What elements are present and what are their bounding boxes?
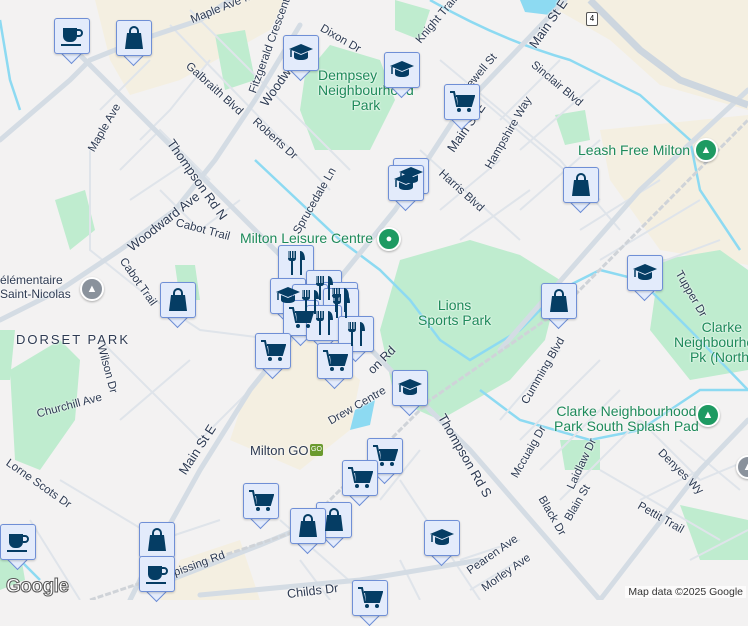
school-pin-icon[interactable]: ▲	[80, 277, 104, 301]
poi-line: Neighbourhood	[674, 334, 748, 350]
map-marker-shopping[interactable]	[290, 508, 326, 555]
transit-go-icon: GO	[310, 444, 323, 456]
poi-leash-free-milton[interactable]: Leash Free Milton	[578, 142, 690, 158]
leisure-pin-icon[interactable]: ●	[377, 227, 401, 251]
map-marker-school[interactable]	[384, 52, 420, 99]
area-label-dorset-park: DORSET PARK	[16, 332, 130, 347]
shopping-icon	[116, 20, 152, 56]
map-attribution[interactable]: Map data ©2025 Google	[625, 586, 746, 598]
poi-line: Park South Splash Pad	[554, 418, 699, 434]
school-icon	[424, 520, 460, 556]
poi-school-saint-nicolas: élémentaire Saint-Nicolas	[0, 273, 71, 301]
map-marker-school[interactable]	[283, 35, 319, 82]
poi-line: Lions	[437, 297, 472, 313]
poi-line: Sports Park	[418, 312, 492, 328]
google-logo: Google	[5, 576, 69, 598]
map-marker-shopping[interactable]	[116, 20, 152, 67]
park-tree-icon[interactable]: ▲	[694, 138, 718, 162]
grocery-icon	[444, 84, 480, 120]
map-marker-grocery[interactable]	[444, 84, 480, 131]
map-marker-shopping[interactable]	[541, 283, 577, 330]
map-marker-coffee[interactable]	[139, 556, 175, 603]
coffee-icon	[54, 18, 90, 54]
poi-line: Pk (North)	[689, 349, 748, 365]
poi-lions-sports-park: Lions Sports Park	[418, 298, 491, 328]
east-road	[597, 417, 748, 600]
poi-line: Saint-Nicolas	[0, 287, 71, 301]
grocery-icon	[352, 580, 388, 616]
map-marker-shopping[interactable]	[160, 282, 196, 329]
map-marker-grocery[interactable]	[352, 580, 388, 626]
shopping-icon	[563, 167, 599, 203]
park-tree-icon[interactable]: ▲	[696, 403, 720, 427]
coffee-icon	[0, 524, 36, 560]
poi-line: Park	[351, 97, 381, 113]
highway-shield: 4	[586, 12, 598, 26]
map-marker-school[interactable]	[627, 255, 663, 302]
coffee-icon	[139, 556, 175, 592]
school-icon	[392, 370, 428, 406]
shopping-icon	[160, 282, 196, 318]
map-marker-coffee[interactable]	[54, 18, 90, 65]
map-marker-school[interactable]	[388, 165, 424, 212]
map-marker-grocery[interactable]	[317, 343, 353, 390]
poi-clarke-north: Clarke Neighbourhood Pk (North)	[674, 320, 748, 365]
map-marker-coffee[interactable]	[0, 524, 36, 571]
grocery-icon	[255, 333, 291, 369]
map-marker-grocery[interactable]	[342, 460, 378, 507]
poi-milton-go[interactable]: Milton GO	[250, 443, 309, 458]
poi-line: Clarke	[701, 319, 743, 335]
poi-clarke-south: Clarke Neighbourhood Park South Splash P…	[554, 404, 699, 434]
shopping-icon	[139, 522, 175, 558]
shopping-icon	[290, 508, 326, 544]
grocery-icon	[342, 460, 378, 496]
shopping-icon	[541, 283, 577, 319]
poi-line: Clarke Neighbourhood	[556, 403, 697, 419]
school-icon	[384, 52, 420, 88]
poi-line: élémentaire	[0, 273, 63, 287]
map-marker-grocery[interactable]	[255, 333, 291, 380]
map-marker-shopping[interactable]	[563, 167, 599, 214]
map-marker-grocery[interactable]	[243, 483, 279, 530]
grocery-icon	[243, 483, 279, 519]
poi-milton-leisure-centre[interactable]: Milton Leisure Centre	[240, 230, 373, 246]
school-icon	[627, 255, 663, 291]
school-icon	[283, 35, 319, 71]
grocery-icon	[317, 343, 353, 379]
map-marker-school[interactable]	[392, 370, 428, 417]
map-marker-school[interactable]	[424, 520, 460, 567]
